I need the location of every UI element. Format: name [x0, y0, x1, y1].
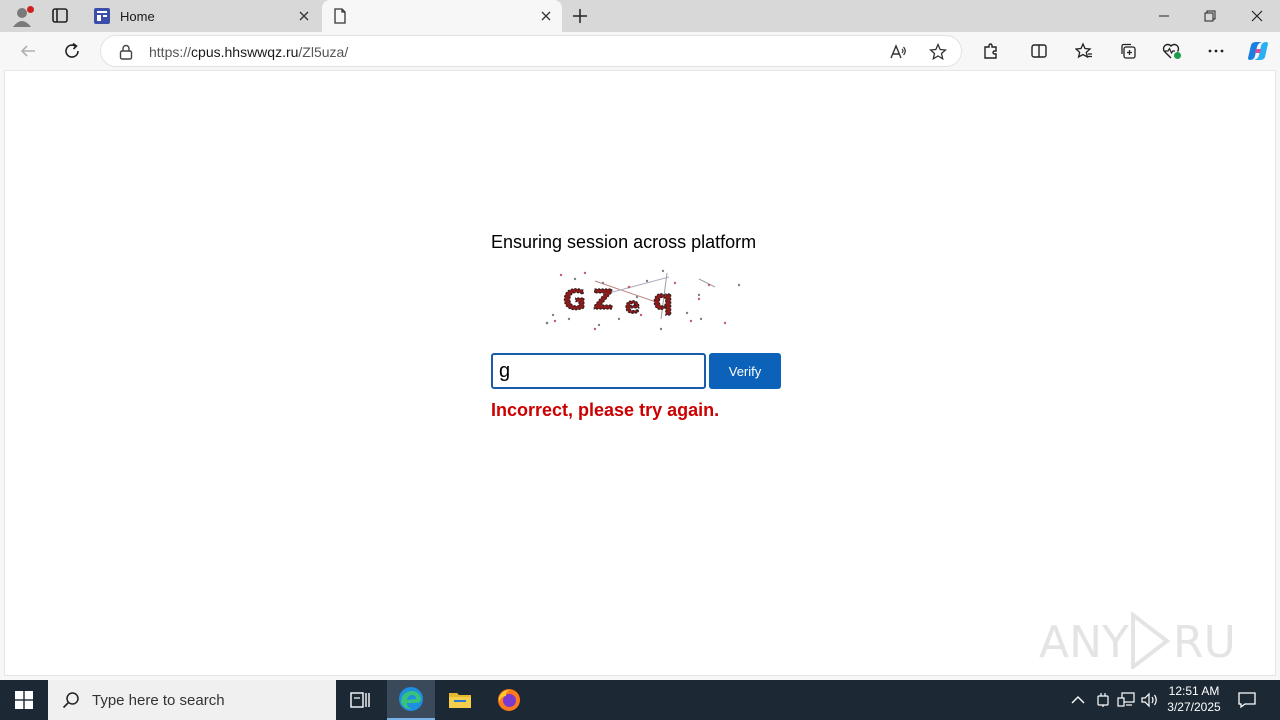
back-button[interactable]	[14, 37, 42, 65]
tab-strip: Home	[0, 0, 1280, 32]
notification-icon	[1238, 692, 1256, 709]
browser-essentials-button[interactable]	[1158, 37, 1186, 65]
close-tab-button[interactable]	[536, 6, 556, 26]
back-arrow-icon	[20, 45, 35, 57]
verify-button[interactable]: Verify	[709, 353, 781, 389]
volume-button[interactable]	[1140, 690, 1160, 710]
copilot-button[interactable]	[1244, 37, 1272, 65]
collections-button[interactable]	[1114, 37, 1142, 65]
svg-text:ANY: ANY	[1039, 617, 1129, 668]
captcha-image: G Z e q	[545, 269, 741, 331]
page-favicon-icon	[334, 8, 346, 24]
url-path: /Zl5uza/	[298, 44, 349, 60]
taskbar-edge[interactable]	[387, 680, 435, 720]
system-clock[interactable]: 12:51 AM 3/27/2025	[1164, 683, 1224, 715]
refresh-button[interactable]	[58, 37, 86, 65]
url-scheme: https://	[149, 44, 192, 60]
search-icon	[62, 692, 79, 709]
refresh-icon	[65, 42, 79, 58]
chevron-up-icon	[1071, 696, 1085, 704]
notifications-button[interactable]	[1237, 690, 1257, 710]
svg-text:RUN: RUN	[1173, 617, 1239, 668]
tab-active[interactable]	[322, 0, 562, 32]
close-icon	[1251, 10, 1263, 22]
favorites-icon	[1075, 42, 1092, 59]
close-icon	[299, 11, 309, 21]
close-window-button[interactable]	[1234, 0, 1280, 32]
captcha-char: e	[625, 294, 640, 319]
tab-actions-button[interactable]	[48, 6, 72, 26]
error-message: Incorrect, please try again.	[491, 400, 720, 420]
restore-icon	[1204, 10, 1216, 22]
notification-dot	[27, 6, 34, 13]
url-host: cpus.hhswwqz.ru	[191, 44, 299, 60]
task-view-button[interactable]	[336, 680, 384, 720]
favorite-star-button[interactable]	[926, 40, 950, 64]
folder-icon	[449, 693, 471, 708]
star-add-icon	[929, 43, 947, 61]
device-icon	[1097, 693, 1109, 707]
clock-time: 12:51 AM	[1168, 684, 1220, 698]
anyrun-watermark-logo: ANY RUN	[1039, 610, 1239, 669]
home-favicon-icon	[94, 8, 110, 24]
plus-icon	[573, 9, 587, 23]
taskbar-firefox[interactable]	[485, 680, 533, 720]
captcha-char: Z	[593, 283, 613, 316]
start-button[interactable]	[0, 680, 48, 720]
taskbar-file-explorer[interactable]	[436, 680, 484, 720]
tab-title: Home	[120, 8, 155, 24]
lock-icon[interactable]	[119, 44, 133, 60]
read-aloud-icon	[890, 44, 906, 59]
extensions-button[interactable]	[977, 37, 1005, 65]
show-hidden-icons-button[interactable]	[1068, 690, 1088, 710]
settings-more-button[interactable]	[1202, 37, 1230, 65]
tray-device-button[interactable]	[1093, 690, 1113, 710]
collections-icon	[1121, 43, 1136, 59]
edge-icon	[399, 687, 423, 711]
search-placeholder: Type here to search	[92, 691, 225, 709]
close-tab-button[interactable]	[294, 6, 314, 26]
minimize-button[interactable]	[1141, 0, 1187, 32]
captcha-input[interactable]	[491, 353, 706, 389]
task-view-icon	[350, 692, 370, 708]
profile-button[interactable]	[8, 4, 36, 28]
captcha-char: G	[563, 283, 586, 316]
tab-home[interactable]: Home	[84, 0, 320, 32]
url-text[interactable]: https://cpus.hhswwqz.ru/Zl5uza/	[149, 44, 348, 60]
firefox-icon	[498, 689, 520, 711]
clock-date: 3/27/2025	[1167, 700, 1221, 714]
close-icon	[541, 11, 551, 21]
page-content: Ensuring session across platform G Z e q…	[4, 70, 1276, 676]
speaker-icon	[1141, 692, 1157, 708]
address-bar[interactable]: https://cpus.hhswwqz.ru/Zl5uza/	[100, 35, 962, 67]
puzzle-icon	[984, 43, 997, 59]
read-aloud-button[interactable]	[886, 40, 910, 64]
split-screen-icon	[1031, 44, 1047, 58]
minimize-icon	[1159, 15, 1169, 17]
tab-actions-icon	[52, 8, 68, 23]
more-dots-icon	[1208, 49, 1224, 53]
page-heading: Ensuring session across platform	[491, 232, 757, 252]
taskbar: Type here to search 12:51 AM 3/27/2025	[0, 680, 1280, 720]
network-icon	[1117, 692, 1135, 707]
copilot-icon	[1248, 42, 1268, 60]
restore-button[interactable]	[1187, 0, 1233, 32]
heart-pulse-icon	[1162, 43, 1181, 59]
windows-logo-icon	[15, 691, 33, 709]
network-button[interactable]	[1116, 690, 1136, 710]
taskbar-search-box[interactable]: Type here to search	[48, 680, 336, 720]
new-tab-button[interactable]	[568, 4, 592, 28]
split-screen-button[interactable]	[1025, 37, 1053, 65]
browser-toolbar: https://cpus.hhswwqz.ru/Zl5uza/	[0, 32, 1280, 70]
favorites-button[interactable]	[1070, 37, 1098, 65]
captcha-char: q	[653, 283, 673, 316]
